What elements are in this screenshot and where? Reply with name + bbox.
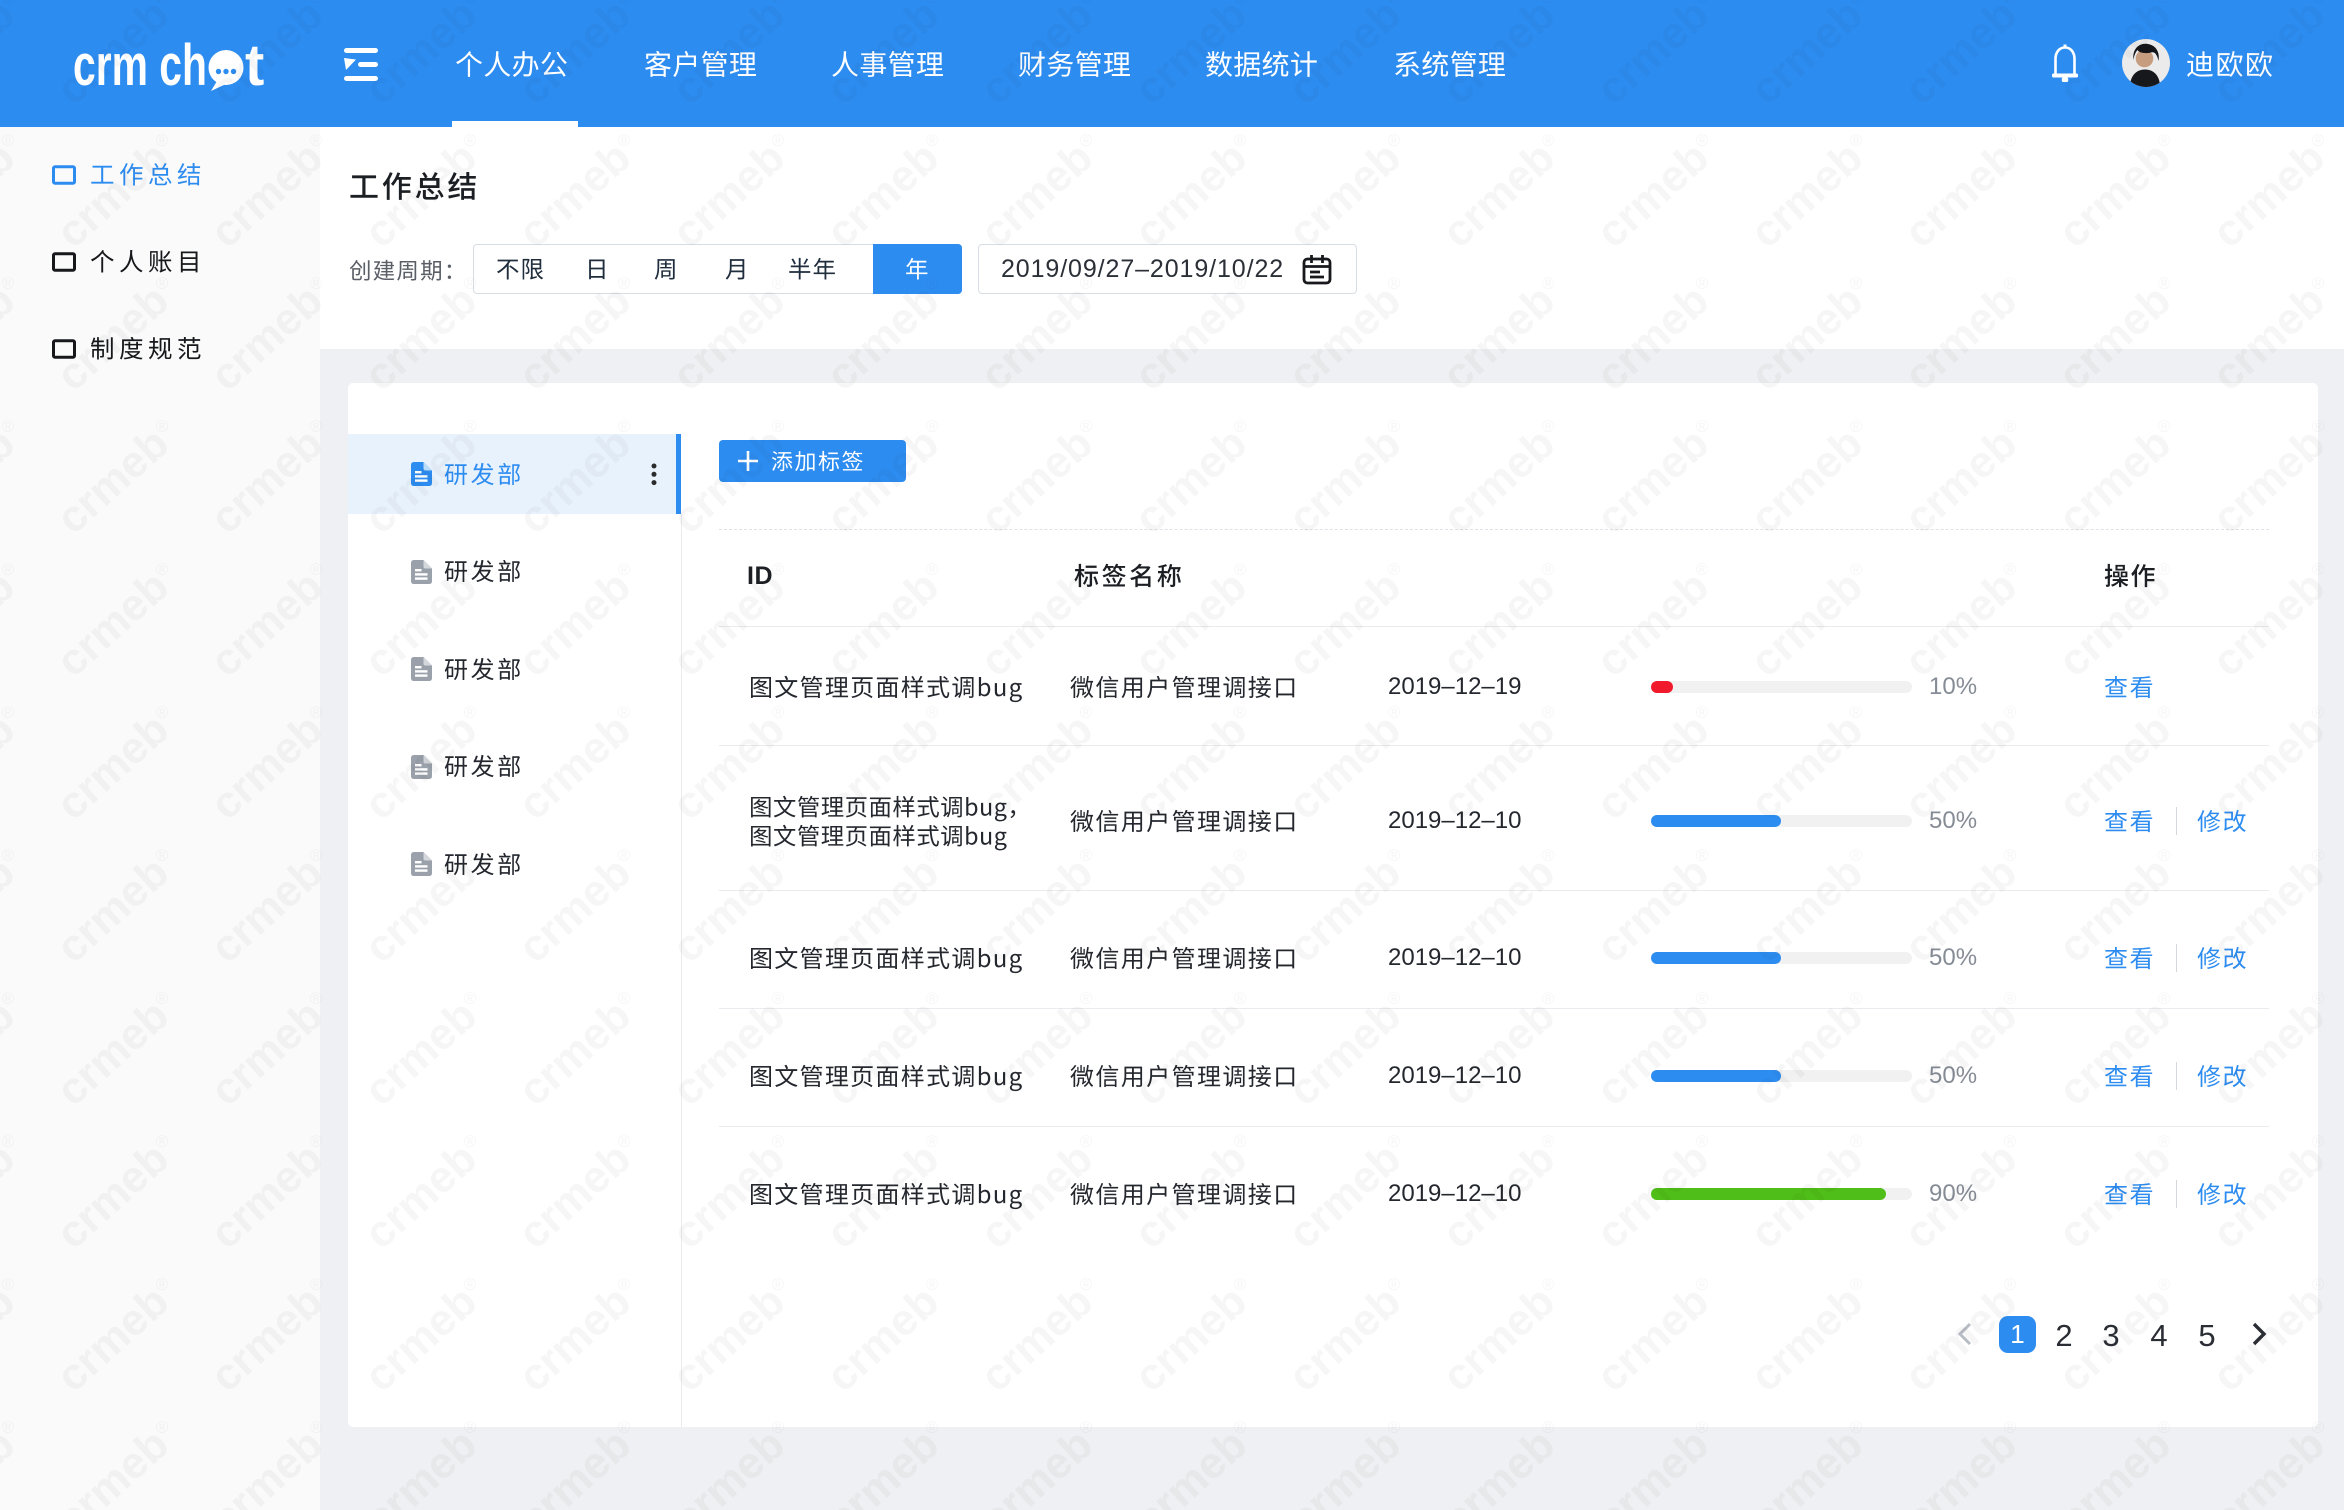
svg-text:t: t <box>245 33 264 96</box>
svg-text:crm ch: crm ch <box>73 33 207 96</box>
